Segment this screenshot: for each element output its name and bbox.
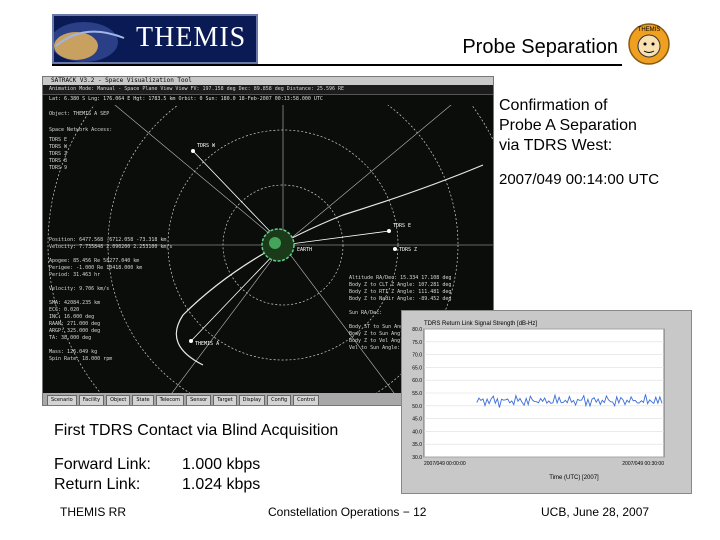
confirmation-line: via TDRS West:	[499, 137, 613, 154]
y-tick-label: 70.0	[412, 353, 422, 359]
sim-state-panel: Position: 6477.568 -6712.058 -73.318 km V…	[49, 237, 172, 363]
footer-left: THEMIS RR	[60, 505, 126, 519]
access-row: TDRS 8	[49, 158, 68, 164]
forward-link-value: 1.000 kbps	[182, 456, 261, 473]
state-row: Spin Rate: 18.000 rpm	[49, 356, 113, 362]
y-tick-label: 60.0	[412, 378, 422, 384]
access-row: TDRS 9	[49, 165, 68, 171]
y-tick-label: 45.0	[412, 417, 422, 423]
y-tick-label: 75.0	[412, 340, 422, 346]
sim-coord-line: Lat: 6.380 S Lng: 176.064 E Hgt: 1783.5 …	[49, 96, 323, 102]
state-row: RAAN: 271.000 deg	[49, 321, 101, 327]
sim-menu-button-scenario[interactable]: Scenario	[47, 395, 77, 405]
logo-text: THEMIS	[136, 22, 247, 53]
x-start-label: 2007/049 00:00:00	[424, 461, 466, 467]
y-tick-label: 30.0	[412, 455, 422, 461]
state-row: ECC: 0.020	[49, 307, 80, 313]
sim-object-label: Object: THEMIS A SEP	[49, 111, 110, 117]
sim-menu-button-config[interactable]: Config	[267, 395, 292, 405]
attitude-row: Body Z to RTI Z Angle: 111.481 deg	[349, 289, 452, 295]
sim-menu-button-target[interactable]: Target	[213, 395, 237, 405]
y-tick-label: 65.0	[412, 365, 422, 371]
y-tick-label: 35.0	[412, 442, 422, 448]
state-row: Velocity: 9.706 km/s	[49, 286, 110, 292]
sim-status-bar: Animation Mode: Manual - Space Plane Vie…	[43, 85, 493, 95]
mascot-text: THEMIS	[638, 27, 661, 33]
state-row	[49, 251, 172, 258]
state-row	[49, 279, 172, 286]
state-row	[49, 342, 172, 349]
sim-menu-button-sensor[interactable]: Sensor	[186, 395, 212, 405]
sim-menu-button-state[interactable]: State	[132, 395, 154, 405]
y-tick-label: 55.0	[412, 391, 422, 397]
state-row: Period: 31.463 hr	[49, 272, 101, 278]
attitude-row	[349, 303, 451, 310]
footer-center: Constellation Operations − 12	[268, 505, 427, 519]
sim-menu-button-control[interactable]: Control	[293, 395, 320, 405]
state-row: Apogee: 85.456 Re 58277.040 km	[49, 258, 140, 264]
forward-link-label: Forward Link:	[54, 456, 151, 473]
state-row: Perigee: -1.000 Re 10418.000 km	[49, 265, 143, 271]
return-link-label: Return Link:	[54, 476, 141, 493]
state-row: SMA: 42084.235 km	[49, 300, 101, 306]
sim-menu-button-display[interactable]: Display	[238, 395, 266, 405]
plot-title: TDRS Return Link Signal Strength [dB-Hz]	[424, 321, 537, 327]
access-row: TDRS E	[49, 137, 68, 143]
y-tick-label: 80.0	[412, 327, 422, 333]
sim-network-label: Space Network Access:	[49, 127, 113, 133]
sim-menu-button-telecom[interactable]: Telecom	[155, 395, 185, 405]
sim-menu-button-facility[interactable]: Facility	[78, 395, 105, 405]
themis-logo: THEMIS	[52, 14, 258, 64]
signal-strength-chart: 80.0 75.0 70.0 65.0 60.0 55.0 50.0 45.0 40.0 35.0…	[412, 321, 665, 481]
orbit-label: THEMIS A	[195, 341, 219, 347]
sim-window-title: SATRACK V3.2 - Space Visualization Tool	[43, 77, 493, 85]
state-row	[49, 293, 172, 300]
mascot-logo-icon: THEMIS	[628, 23, 670, 65]
access-row: TDRS W	[49, 144, 68, 150]
slide-title: Probe Separation	[462, 36, 618, 58]
attitude-row: Body Z to CLT Z Angle: 107.281 deg	[349, 282, 452, 288]
x-axis-label: Time (UTC) [2007]	[549, 475, 599, 481]
title-divider	[52, 64, 622, 66]
separation-timestamp: 2007/049 00:14:00 UTC	[499, 171, 660, 188]
orbit-label: EARTH	[297, 247, 312, 253]
confirmation-line: Probe A Separation	[499, 117, 637, 134]
earth-icon	[261, 228, 295, 262]
state-row: Mass: 126.049 kg	[49, 349, 98, 355]
state-row: TA: 38.000 deg	[49, 335, 92, 341]
sim-menu-button-object[interactable]: Object	[106, 395, 131, 405]
access-row: TDRS Z	[49, 151, 68, 157]
confirmation-line: Confirmation of	[499, 97, 608, 114]
y-tick-label: 40.0	[412, 429, 422, 435]
confirmation-text: Confirmation of Probe A Separation via T…	[499, 96, 637, 156]
sim-status-line: Animation Mode: Manual - Space Plane Vie…	[49, 86, 345, 92]
signal-strength-plot: 80.0 75.0 70.0 65.0 60.0 55.0 50.0 45.0 40.0 35.0…	[401, 310, 692, 494]
state-row: Velocity: 7.735848 2.090200 2.253100 km/…	[49, 244, 173, 250]
state-row: ARGP: 325.000 deg	[49, 328, 101, 334]
orbit-label: TDRS Z	[399, 247, 417, 253]
attitude-row: Altitude RA/Dec: 15.334 17.108 deg	[349, 275, 452, 281]
orbit-label: TDRS E	[393, 223, 411, 229]
footer-right: UCB, June 28, 2007	[541, 505, 650, 519]
state-row: Position: 6477.568 -6712.058 -73.318 km	[49, 237, 167, 243]
sim-access-list: TDRS E TDRS W TDRS Z TDRS 8 TDRS 9	[49, 137, 67, 172]
orbit-label: TDRS W	[197, 143, 216, 149]
x-end-label: 2007/049 00:30:00	[622, 461, 664, 467]
y-tick-label: 50.0	[412, 404, 422, 410]
state-row: INC: 16.000 deg	[49, 314, 95, 320]
return-link-value: 1.024 kbps	[182, 476, 261, 493]
blind-acq-heading: First TDRS Contact via Blind Acquisition	[54, 422, 339, 439]
attitude-row: Body Z to Nadir Angle: -89.452 deg	[349, 296, 452, 302]
